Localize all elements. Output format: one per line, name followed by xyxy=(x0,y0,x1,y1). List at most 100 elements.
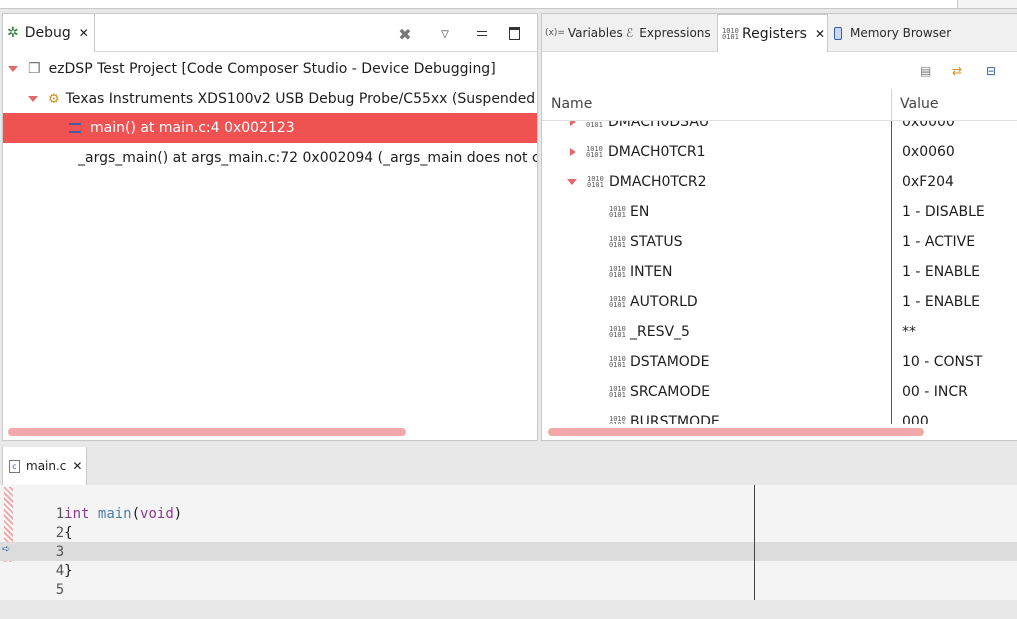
register-row[interactable]: 1010 0101 DMACH0TCR1 0x0060 xyxy=(542,137,1017,167)
bitfield-value: 1 - ACTIVE xyxy=(902,234,976,250)
bitfield-row[interactable]: 1010 0101 STATUS 1 - ACTIVE xyxy=(542,227,1017,257)
register-icon: 10100101 xyxy=(586,145,603,159)
register-row[interactable]: 10100101 DMACH0DSAU 0x0000 xyxy=(542,121,1017,137)
current-line-highlight xyxy=(0,542,1017,561)
bitfield-name: STATUS xyxy=(630,234,683,250)
register-value: 0x0000 xyxy=(902,121,955,130)
bitfield-value: 000 xyxy=(902,414,929,424)
chevron-down-icon: ▽ xyxy=(441,28,449,40)
variables-icon: (x)= xyxy=(545,28,565,38)
horizontal-scrollbar[interactable] xyxy=(548,428,924,436)
bitfield-row[interactable]: 1010 0101 _RESV_5 ** xyxy=(542,317,1017,347)
tab-main-c-label: main.c xyxy=(26,459,67,473)
bitfield-name: _RESV_5 xyxy=(630,324,690,340)
register-value: 0xF204 xyxy=(902,174,954,190)
tab-debug[interactable]: ✲ Debug ✕ xyxy=(3,14,95,52)
bitfield-icon: 10100101 xyxy=(609,385,626,399)
bitfield-icon: 10100101 xyxy=(609,205,626,219)
editor-tabbar xyxy=(0,447,1017,485)
tree-item-frame-main[interactable]: main() at main.c:4 0x002123 xyxy=(3,113,537,143)
tree-item-label: main() at main.c:4 0x002123 xyxy=(90,120,295,136)
close-icon[interactable]: ✕ xyxy=(815,27,825,41)
code-line: 3 xyxy=(22,524,64,560)
bitfield-icon: 10100101 xyxy=(609,355,626,369)
print-margin-line xyxy=(754,485,755,600)
tab-memory-browser-label: Memory Browser xyxy=(850,26,952,40)
bitfield-icon: 10100101 xyxy=(609,265,626,279)
maximize-button[interactable] xyxy=(503,24,525,42)
bitfield-icon: 10100101 xyxy=(609,325,626,339)
column-divider[interactable] xyxy=(891,89,892,120)
bitfield-row[interactable]: 1010 0101 INTEN 1 - ENABLE xyxy=(542,257,1017,287)
bitfield-name: DSTAMODE xyxy=(630,354,710,370)
register-row[interactable]: 1010 0101 DMACH0TCR2 0xF204 xyxy=(542,167,1017,197)
register-name: DMACH0TCR2 xyxy=(609,174,707,190)
register-icon: 10100101 xyxy=(586,121,603,129)
bitfield-value: 10 - CONST xyxy=(902,354,983,370)
tab-debug-label: Debug xyxy=(24,25,71,41)
wrench-icon: ✖ xyxy=(398,24,412,44)
group-registers-icon[interactable]: ▤ xyxy=(920,64,931,78)
bitfield-name: INTEN xyxy=(630,264,673,280)
tab-registers[interactable]: 1010 0101 Registers ✕ xyxy=(717,14,828,52)
code-line: 4} xyxy=(22,543,73,579)
registers-panel: (x)= Variables ℰ Expressions 1010 0101 Re… xyxy=(541,13,1017,441)
code-line: 1int main(void) xyxy=(22,486,182,522)
add-register-icon[interactable]: ⇄ xyxy=(952,64,962,78)
bitfield-name: BURSTMODE xyxy=(630,414,720,424)
bitfield-value: 00 - INCR xyxy=(902,384,968,400)
registers-icon: 1010 0101 xyxy=(722,26,739,41)
bitfield-name: AUTORLD xyxy=(630,294,698,310)
tab-expressions[interactable]: ℰ Expressions xyxy=(626,14,711,52)
bitfield-row[interactable]: 1010 0101 DSTAMODE 10 - CONST xyxy=(542,347,1017,377)
stack-frame-icon xyxy=(69,123,81,133)
tab-main-c[interactable]: c main.c ✕ xyxy=(2,447,87,485)
tab-variables-label: Variables xyxy=(567,26,623,40)
tree-item-probe[interactable]: ⚙ Texas Instruments XDS100v2 USB Debug P… xyxy=(3,84,537,114)
tab-variables[interactable]: (x)= Variables xyxy=(545,14,623,52)
view-menu-button[interactable]: ▽ xyxy=(430,17,460,51)
close-icon[interactable]: ✕ xyxy=(72,459,82,473)
code-editor[interactable]: ➪ 1int main(void) 2{ 3 4} 5 xyxy=(0,485,1017,600)
bitfield-name: SRCAMODE xyxy=(630,384,710,400)
remove-all-terminated-button[interactable]: ✖ xyxy=(390,17,420,51)
probe-icon: ⚙ xyxy=(48,91,60,107)
register-value: 0x0060 xyxy=(902,144,955,160)
collapsed-arrow-icon xyxy=(570,121,576,126)
paren: ) xyxy=(173,506,183,522)
debug-panel: ✲ Debug ✕ ✖ ▽ ❒ ezDSP Test Project [Code… xyxy=(2,13,538,441)
expressions-icon: ℰ xyxy=(626,26,634,40)
top-toolbar-divider xyxy=(957,0,1017,8)
bitfield-row[interactable]: 1010 0101 SRCAMODE 00 - INCR xyxy=(542,377,1017,407)
code-line: 5 xyxy=(22,562,64,598)
bitfield-row[interactable]: 1010 0101 AUTORLD 1 - ENABLE xyxy=(542,287,1017,317)
tree-item-project[interactable]: ❒ ezDSP Test Project [Code Composer Stud… xyxy=(3,54,537,84)
keyword: void xyxy=(140,506,174,522)
column-header-row: Name Value xyxy=(542,89,1017,121)
code-text: { xyxy=(64,525,73,541)
bug-icon: ✲ xyxy=(7,25,19,41)
bitfield-icon: 10100101 xyxy=(609,235,626,249)
bitfield-row[interactable]: 1010 0101 EN 1 - DISABLE xyxy=(542,197,1017,227)
expanded-arrow-icon xyxy=(567,179,577,185)
code-line: 2{ xyxy=(22,505,73,541)
minimize-icon xyxy=(477,30,487,36)
tree-item-frame-args-main[interactable]: _args_main() at args_main.c:72 0x002094 … xyxy=(3,143,537,173)
maximize-icon xyxy=(508,26,520,40)
collapse-all-icon[interactable]: ⊟ xyxy=(986,64,996,78)
collapsed-arrow-icon xyxy=(570,148,576,156)
register-name: DMACH0TCR1 xyxy=(608,144,706,160)
minimize-button[interactable] xyxy=(471,24,493,42)
horizontal-scrollbar[interactable] xyxy=(8,428,406,436)
column-header-value[interactable]: Value xyxy=(900,96,938,112)
tab-memory-browser[interactable]: Memory Browser xyxy=(834,14,951,52)
project-cube-icon: ❒ xyxy=(28,61,41,77)
close-icon[interactable]: ✕ xyxy=(79,26,89,40)
register-icon: 10100101 xyxy=(587,175,604,189)
column-header-name[interactable]: Name xyxy=(551,96,592,112)
bitfield-value: 1 - ENABLE xyxy=(902,294,981,310)
code-text: } xyxy=(64,563,73,579)
register-name: DMACH0DSAU xyxy=(608,121,710,130)
bitfield-row[interactable]: 10100101 BURSTMODE 000 xyxy=(542,407,1017,424)
expanded-arrow-icon xyxy=(8,66,18,72)
